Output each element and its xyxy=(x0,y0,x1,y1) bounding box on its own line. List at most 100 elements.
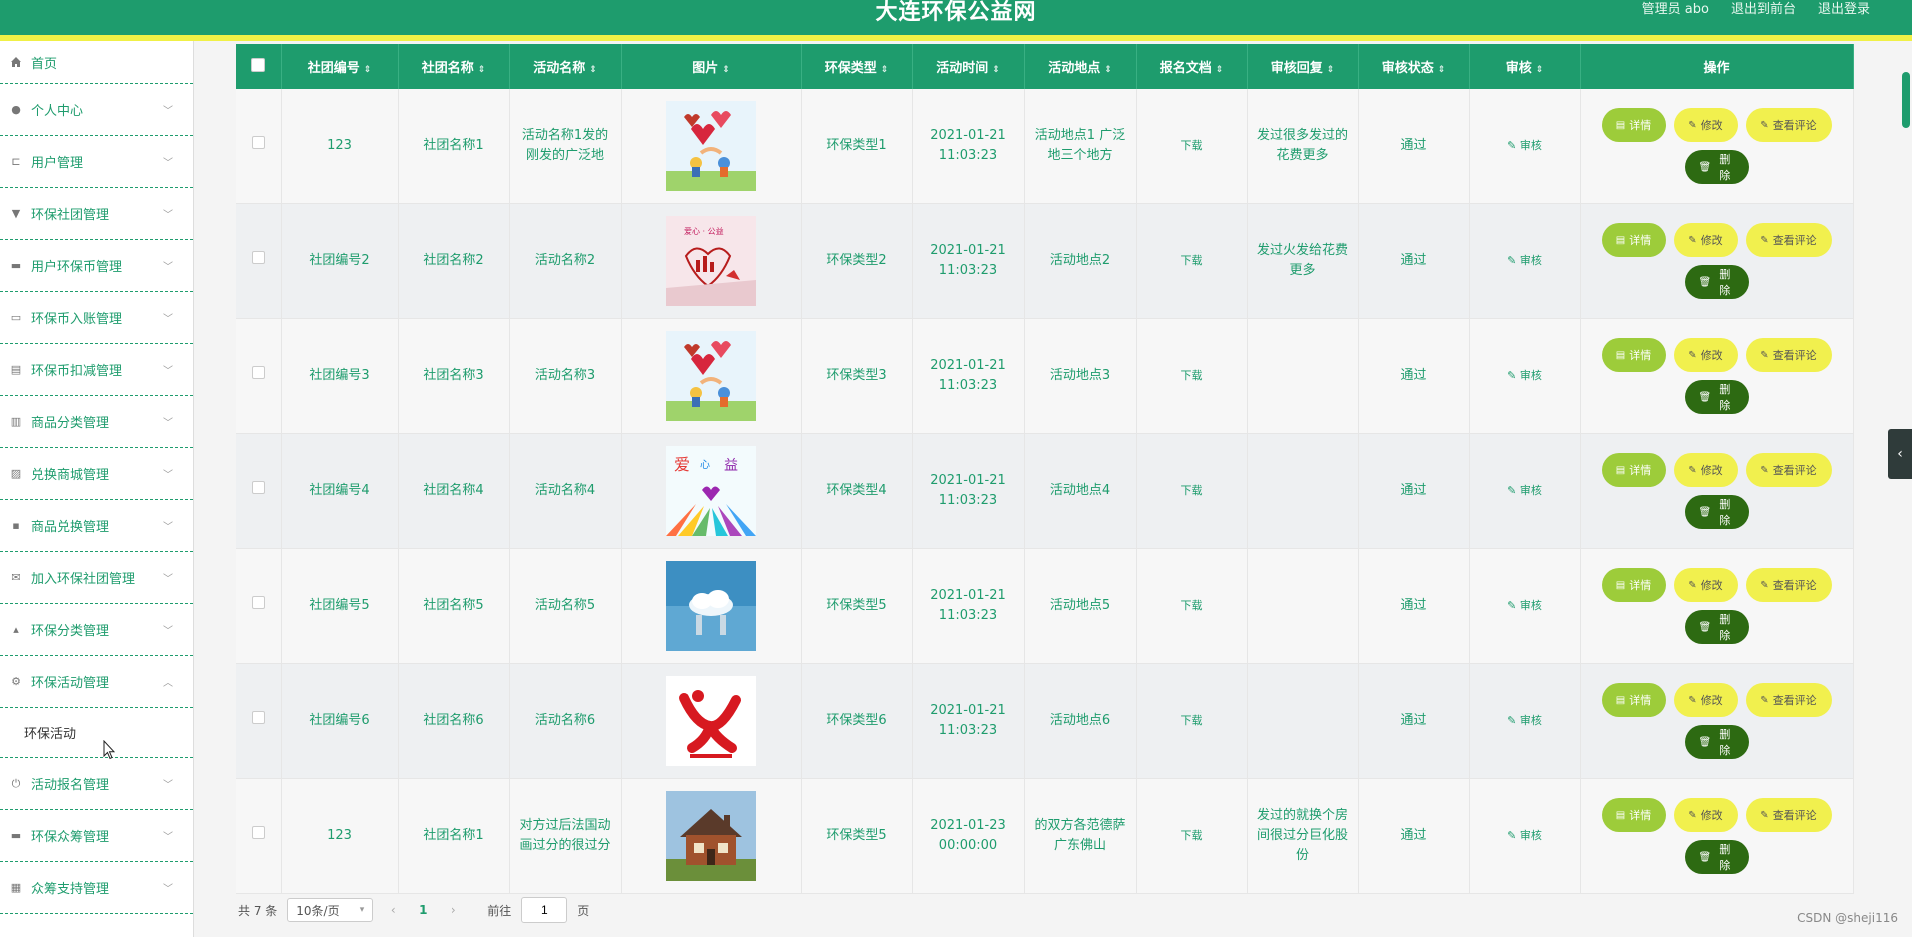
sort-icon[interactable]: ⇕ xyxy=(992,65,1000,75)
column-header[interactable]: 图片 ⇕ xyxy=(621,44,802,89)
view-comments-button[interactable]: ✎ 查看评论 xyxy=(1745,108,1832,142)
row-checkbox[interactable] xyxy=(251,481,265,494)
detail-button[interactable]: ▤ 详情 xyxy=(1601,568,1666,602)
delete-button[interactable]: 🗑 删除 xyxy=(1684,495,1749,529)
logout-link[interactable]: 退出登录 xyxy=(1818,0,1870,17)
audit-button[interactable]: ✎ 审核 xyxy=(1507,599,1542,612)
row-checkbox[interactable] xyxy=(251,366,265,379)
sidebar-item[interactable]: ⏻ 活动报名管理 ﹀ xyxy=(0,758,193,810)
sidebar-item[interactable]: ▦ 众筹支持管理 ﹀ xyxy=(0,862,193,914)
edit-button[interactable]: ✎ 修改 xyxy=(1673,683,1738,717)
edit-button[interactable]: ✎ 修改 xyxy=(1673,338,1738,372)
detail-button[interactable]: ▤ 详情 xyxy=(1601,683,1666,717)
column-header[interactable]: 审核状态 ⇕ xyxy=(1358,44,1470,89)
audit-button[interactable]: ✎ 审核 xyxy=(1507,369,1542,382)
detail-button[interactable]: ▤ 详情 xyxy=(1601,338,1666,372)
sort-icon[interactable]: ⇕ xyxy=(1216,65,1224,75)
view-comments-button[interactable]: ✎ 查看评论 xyxy=(1745,568,1832,602)
audit-button[interactable]: ✎ 审核 xyxy=(1507,254,1542,267)
activity-thumbnail[interactable] xyxy=(628,791,795,881)
page-size-select[interactable]: 10条/页 ▾ xyxy=(287,898,374,922)
sort-icon[interactable]: ⇕ xyxy=(364,65,372,75)
sidebar-item[interactable]: ✉ 加入环保社团管理 ﹀ xyxy=(0,552,193,604)
audit-button[interactable]: ✎ 审核 xyxy=(1507,829,1542,842)
activity-thumbnail[interactable]: 爱心 益 xyxy=(628,446,795,536)
view-comments-button[interactable]: ✎ 查看评论 xyxy=(1745,798,1832,832)
delete-button[interactable]: 🗑 删除 xyxy=(1684,265,1749,299)
edit-button[interactable]: ✎ 修改 xyxy=(1673,453,1738,487)
edit-button[interactable]: ✎ 修改 xyxy=(1673,108,1738,142)
view-comments-button[interactable]: ✎ 查看评论 xyxy=(1745,223,1832,257)
delete-button[interactable]: 🗑 删除 xyxy=(1684,840,1749,874)
activity-thumbnail[interactable] xyxy=(628,331,795,421)
sidebar-item[interactable]: ⚙ 环保活动管理 ︿ xyxy=(0,656,193,708)
goto-page-input[interactable] xyxy=(521,897,568,923)
sidebar-item[interactable]: ▥ 商品分类管理 ﹀ xyxy=(0,396,193,448)
column-header[interactable]: 环保类型 ⇕ xyxy=(801,44,913,89)
delete-button[interactable]: 🗑 删除 xyxy=(1684,610,1749,644)
detail-button[interactable]: ▤ 详情 xyxy=(1601,223,1666,257)
column-header[interactable]: 报名文档 ⇕ xyxy=(1136,44,1248,89)
sort-icon[interactable]: ⇕ xyxy=(1536,65,1544,75)
prev-page-icon[interactable]: ‹ xyxy=(383,903,403,917)
page-number-current[interactable]: 1 xyxy=(413,903,433,917)
column-header[interactable]: 审核 ⇕ xyxy=(1469,44,1581,89)
column-header[interactable]: 活动名称 ⇕ xyxy=(509,44,622,89)
sort-icon[interactable]: ⇕ xyxy=(881,65,889,75)
sort-icon[interactable]: ⇕ xyxy=(1327,65,1335,75)
audit-button[interactable]: ✎ 审核 xyxy=(1507,484,1542,497)
sidebar-item[interactable]: ▼ 环保社团管理 ﹀ xyxy=(0,188,193,240)
download-link[interactable]: 下载 xyxy=(1181,369,1203,382)
column-header[interactable]: 活动时间 ⇕ xyxy=(912,44,1025,89)
audit-button[interactable]: ✎ 审核 xyxy=(1507,139,1542,152)
to-front-link[interactable]: 退出到前台 xyxy=(1731,0,1796,17)
column-header[interactable]: 社团名称 ⇕ xyxy=(398,44,510,89)
sidebar-item[interactable]: ▭ 环保币入账管理 ﹀ xyxy=(0,292,193,344)
activity-thumbnail[interactable] xyxy=(628,101,795,191)
audit-button[interactable]: ✎ 审核 xyxy=(1507,714,1542,727)
sidebar-item[interactable]: ▬ 用户环保币管理 ﹀ xyxy=(0,240,193,292)
column-header[interactable]: 社团编号 ⇕ xyxy=(281,44,399,89)
scrollbar-thumb[interactable] xyxy=(1902,72,1910,128)
column-header[interactable]: 审核回复 ⇕ xyxy=(1247,44,1359,89)
edit-button[interactable]: ✎ 修改 xyxy=(1673,798,1738,832)
detail-button[interactable]: ▤ 详情 xyxy=(1601,453,1666,487)
row-checkbox[interactable] xyxy=(251,251,265,264)
activity-thumbnail[interactable]: 爱心 · 公益 xyxy=(628,216,795,306)
sidebar-item[interactable]: ▤ 环保币扣减管理 ﹀ xyxy=(0,344,193,396)
detail-button[interactable]: ▤ 详情 xyxy=(1601,108,1666,142)
view-comments-button[interactable]: ✎ 查看评论 xyxy=(1745,683,1832,717)
view-comments-button[interactable]: ✎ 查看评论 xyxy=(1745,338,1832,372)
sort-icon[interactable]: ⇕ xyxy=(1104,65,1112,75)
view-comments-button[interactable]: ✎ 查看评论 xyxy=(1745,453,1832,487)
row-checkbox[interactable] xyxy=(251,136,265,149)
edit-button[interactable]: ✎ 修改 xyxy=(1673,568,1738,602)
sort-icon[interactable]: ⇕ xyxy=(478,65,486,75)
scrollbar[interactable] xyxy=(1900,60,1912,937)
panel-toggle-chevron-left-icon[interactable]: ‹ xyxy=(1888,429,1912,479)
activity-thumbnail[interactable] xyxy=(628,676,795,766)
delete-button[interactable]: 🗑 删除 xyxy=(1684,150,1749,184)
delete-button[interactable]: 🗑 删除 xyxy=(1684,380,1749,414)
edit-button[interactable]: ✎ 修改 xyxy=(1673,223,1738,257)
column-header[interactable]: 活动地点 ⇕ xyxy=(1024,44,1137,89)
delete-button[interactable]: 🗑 删除 xyxy=(1684,725,1749,759)
row-checkbox[interactable] xyxy=(251,711,265,724)
download-link[interactable]: 下载 xyxy=(1181,484,1203,497)
sidebar-item[interactable]: ▨ 兑换商城管理 ﹀ xyxy=(0,448,193,500)
download-link[interactable]: 下载 xyxy=(1181,254,1203,267)
sidebar-item[interactable]: ▴ 环保分类管理 ﹀ xyxy=(0,604,193,656)
download-link[interactable]: 下载 xyxy=(1181,139,1203,152)
row-checkbox[interactable] xyxy=(251,826,265,839)
detail-button[interactable]: ▤ 详情 xyxy=(1601,798,1666,832)
sidebar-item[interactable]: ⊏ 用户管理 ﹀ xyxy=(0,136,193,188)
column-header[interactable]: 操作 xyxy=(1580,44,1854,89)
row-checkbox[interactable] xyxy=(251,596,265,609)
select-all-checkbox[interactable] xyxy=(251,57,266,72)
activity-thumbnail[interactable] xyxy=(628,561,795,651)
download-link[interactable]: 下载 xyxy=(1181,714,1203,727)
download-link[interactable]: 下载 xyxy=(1181,829,1203,842)
sidebar-item[interactable]: ● 个人中心 ﹀ xyxy=(0,84,193,136)
sort-icon[interactable]: ⇕ xyxy=(722,65,730,75)
sidebar-item-home[interactable]: 首页 xyxy=(0,41,193,84)
